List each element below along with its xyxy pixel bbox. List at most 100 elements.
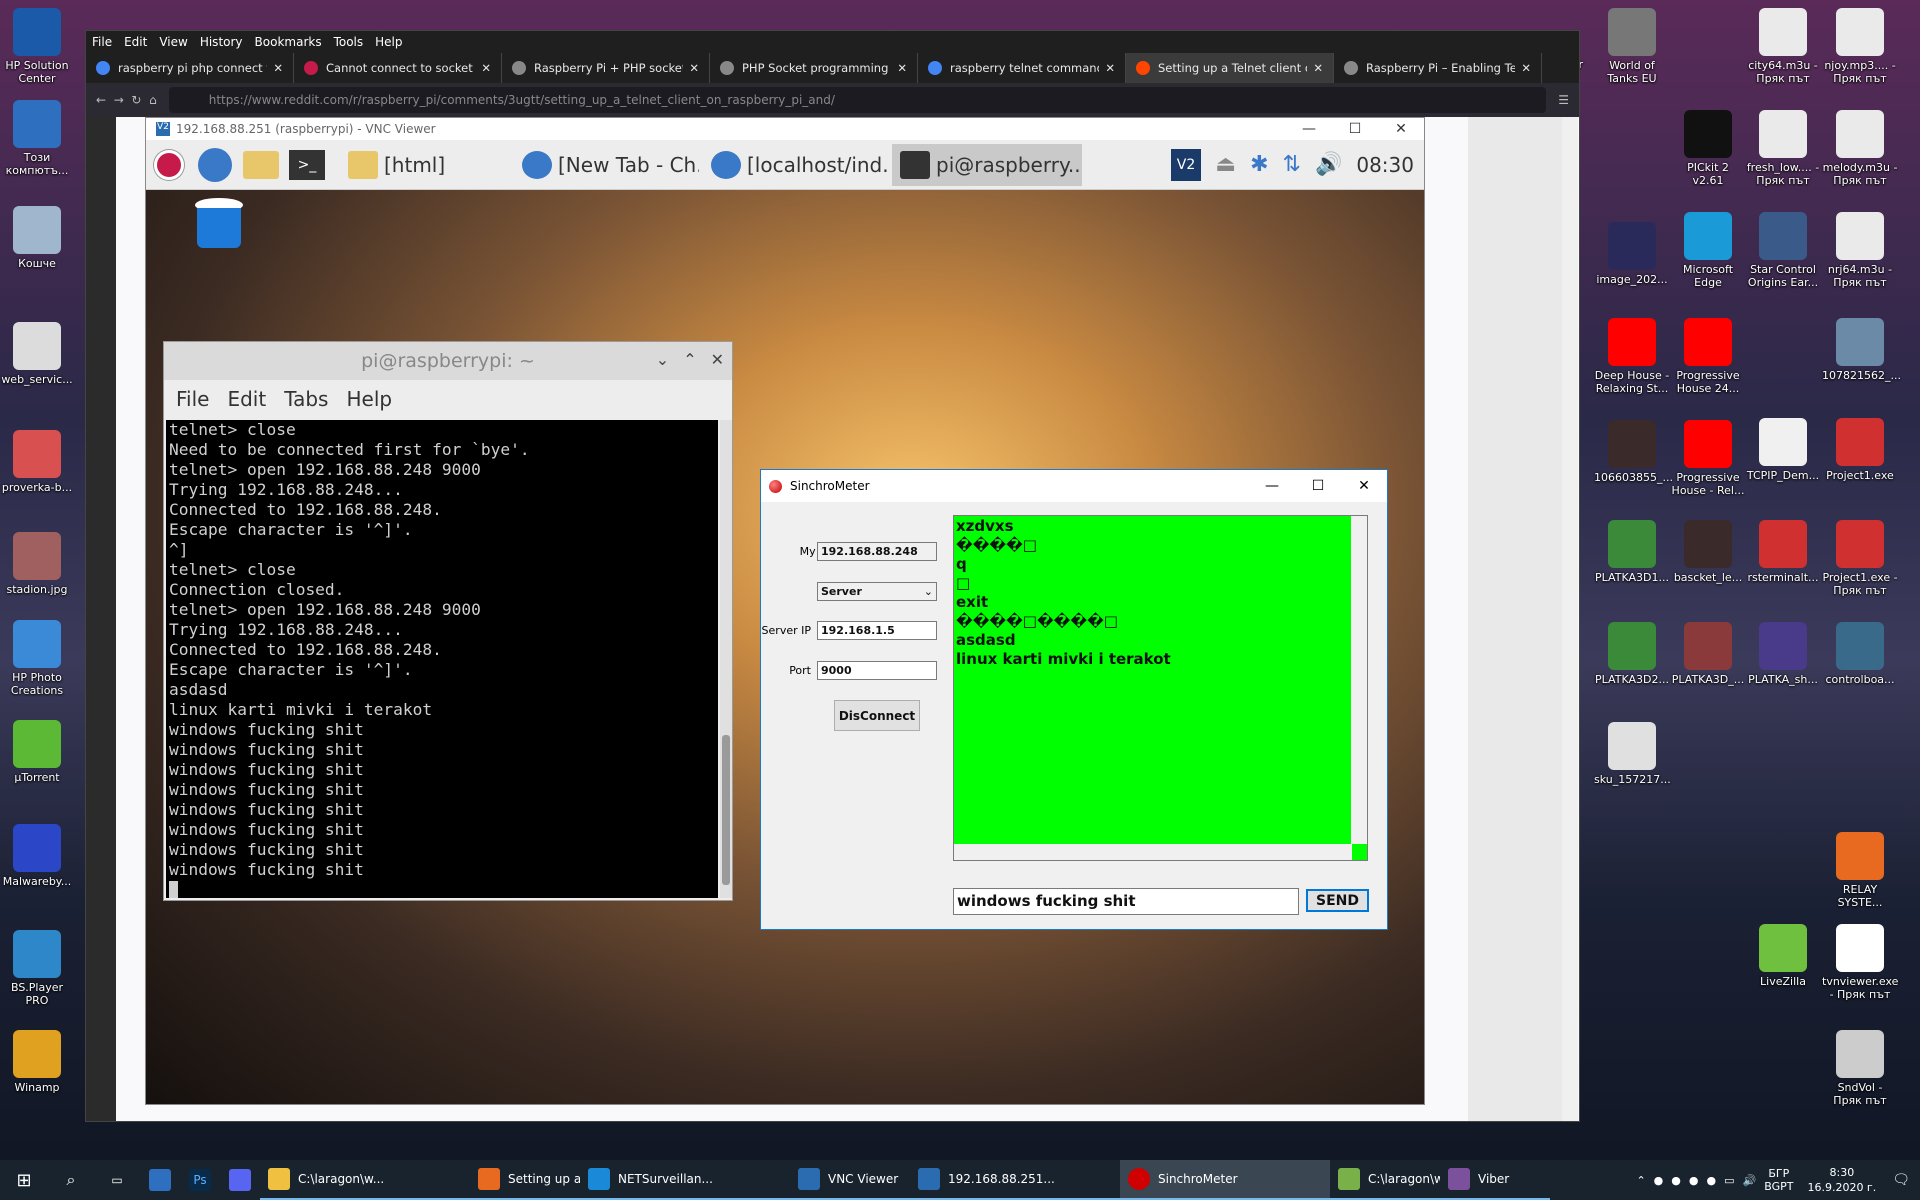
minimize-button[interactable]: — [1249, 478, 1295, 494]
rx-vertical-scrollbar[interactable] [1351, 516, 1367, 844]
vnc-server-icon[interactable]: V2 [1170, 148, 1202, 181]
close-icon[interactable]: ✕ [1105, 61, 1115, 75]
disconnect-button[interactable]: DisConnect [834, 700, 920, 731]
taskbar-app[interactable]: NETSurveillan... [580, 1160, 790, 1200]
desktop-icon[interactable]: bascket_le... [1670, 520, 1746, 584]
task-view-icon[interactable]: ▭ [94, 1160, 140, 1200]
desktop-icon[interactable]: PLATKA3D1... [1594, 520, 1670, 584]
maximize-button[interactable]: ☐ [1332, 121, 1378, 137]
volume-icon[interactable]: 🔊 [1315, 152, 1342, 177]
browser-tab[interactable]: PHP Socket programming T ✕ [710, 53, 918, 83]
close-icon[interactable]: ✕ [897, 61, 907, 75]
desktop-icon[interactable]: sku_157217... [1594, 722, 1671, 786]
close-button[interactable]: ✕ [1341, 478, 1387, 494]
browser-tab[interactable]: Raspberry Pi + PHP socket ✕ [502, 53, 710, 83]
port-field[interactable]: 9000 [817, 661, 937, 680]
desktop-icon[interactable]: 107821562_... [1822, 318, 1901, 382]
close-icon[interactable]: ✕ [1313, 61, 1323, 75]
home-icon[interactable]: ⌂ [149, 93, 157, 107]
notifications-icon[interactable]: 🗨 [1892, 1172, 1910, 1188]
tray-icon[interactable]: ● [1671, 1174, 1681, 1187]
taskbar-app[interactable]: 192.168.88.251... [910, 1160, 1120, 1200]
terminal-menu-tabs[interactable]: Tabs [284, 387, 328, 411]
desktop-icon[interactable]: Malwareby... [0, 824, 75, 888]
minimize-button[interactable]: — [1286, 121, 1332, 137]
desktop-icon[interactable]: PLATKA3D_... [1670, 622, 1746, 686]
desktop-icon[interactable]: Кошче [0, 206, 75, 270]
desktop-icon[interactable]: TCPIP_Dem... [1745, 418, 1821, 482]
desktop-icon[interactable]: web_servic... [0, 322, 75, 386]
send-input[interactable]: windows fucking shit [953, 888, 1299, 915]
file-manager-icon[interactable] [240, 145, 282, 185]
desktop-icon[interactable]: melody.m3u - Пряк път [1822, 110, 1898, 187]
desktop-icon[interactable]: HP Photo Creations [0, 620, 75, 697]
network-icon[interactable]: ⇅ [1283, 152, 1301, 177]
scrollbar[interactable] [1562, 117, 1578, 1121]
search-icon[interactable]: ⌕ [48, 1160, 94, 1200]
bluetooth-icon[interactable]: ✱ [1250, 152, 1268, 177]
photoshop-icon[interactable]: Ps [180, 1160, 220, 1200]
close-button[interactable]: ✕ [1378, 121, 1424, 137]
eject-icon[interactable]: ⏏ [1215, 152, 1236, 177]
menu-item-view[interactable]: View [159, 35, 187, 49]
desktop-icon[interactable]: image_202... [1594, 222, 1670, 286]
tray-icon[interactable]: ● [1707, 1174, 1717, 1187]
tray-icon[interactable]: ● [1654, 1174, 1664, 1187]
reload-icon[interactable]: ↻ [131, 93, 141, 107]
my-ip-field[interactable]: 192.168.88.248 [817, 542, 937, 561]
pinned-app-icon[interactable] [140, 1160, 180, 1200]
desktop-icon[interactable]: LiveZilla [1745, 924, 1821, 988]
chevron-down-icon[interactable]: ⌄ [656, 350, 669, 369]
desktop-icon[interactable]: Project1.exe - Пряк път [1822, 520, 1898, 597]
taskbar-app[interactable]: VNC Viewer [790, 1160, 910, 1200]
chevron-up-icon[interactable]: ⌃ [1636, 1174, 1645, 1187]
desktop-icon[interactable]: PLATKA_sh... [1745, 622, 1821, 686]
close-icon[interactable]: ✕ [273, 61, 283, 75]
url-bar[interactable]: https://www.reddit.com/r/raspberry_pi/co… [168, 87, 1547, 113]
desktop-icon[interactable]: Този компютъ... [0, 100, 75, 177]
desktop-icon[interactable]: njoy.mp3.... - Пряк път [1822, 8, 1898, 85]
desktop-icon[interactable]: city64.m3u - Пряк път [1745, 8, 1821, 85]
close-icon[interactable]: ✕ [689, 61, 699, 75]
menu-item-file[interactable]: File [92, 35, 112, 49]
desktop-icon[interactable]: rsterminalt... [1745, 520, 1821, 584]
taskbar-app[interactable]: Viber [1440, 1160, 1550, 1200]
menu-item-history[interactable]: History [200, 35, 243, 49]
scrollbar-thumb[interactable] [722, 735, 730, 885]
desktop-icon[interactable]: HP Solution Center [0, 8, 75, 85]
forward-icon[interactable]: → [114, 93, 124, 107]
desktop-icon[interactable]: Progressive House - Rel... [1670, 420, 1746, 497]
taskbar-app[interactable]: Setting up a T... [470, 1160, 580, 1200]
maximize-button[interactable]: ☐ [1295, 478, 1341, 494]
taskbar-app[interactable]: C:\laragon\w... [260, 1160, 470, 1200]
clock[interactable]: 8:30 16.9.2020 г. [1807, 1165, 1876, 1195]
terminal-menu-help[interactable]: Help [346, 387, 392, 411]
discord-icon[interactable] [220, 1160, 260, 1200]
start-button[interactable]: ⊞ [0, 1160, 48, 1200]
desktop-icon[interactable]: proverka-b... [0, 430, 75, 494]
browser-tab[interactable]: raspberry telnet command ✕ [918, 53, 1126, 83]
desktop-icon[interactable]: Progressive House 24... [1670, 318, 1746, 395]
desktop-icon[interactable]: µTorrent [0, 720, 75, 784]
network-icon[interactable]: ▭ [1724, 1174, 1734, 1187]
menu-item-help[interactable]: Help [375, 35, 402, 49]
terminal-output[interactable]: telnet> close Need to be connected first … [166, 420, 718, 898]
input-language[interactable]: БГР BGPT [1764, 1167, 1793, 1193]
tray-icon[interactable]: ● [1689, 1174, 1699, 1187]
browser-tab[interactable]: Setting up a Telnet client on ✕ [1126, 53, 1334, 83]
desktop-icon[interactable]: Star Control Origins Ear... [1745, 212, 1821, 289]
menu-icon[interactable]: ☰ [1558, 93, 1569, 107]
browser-tab[interactable]: Cannot connect to socket se ✕ [294, 53, 502, 83]
desktop-icon[interactable]: Microsoft Edge [1670, 212, 1746, 289]
close-icon[interactable]: ✕ [481, 61, 491, 75]
browser-tab[interactable]: Raspberry Pi – Enabling Tel ✕ [1334, 53, 1542, 83]
volume-icon[interactable]: 🔊 [1743, 1174, 1757, 1187]
desktop-icon[interactable]: SndVol - Пряк път [1822, 1030, 1898, 1107]
taskbar-app[interactable]: C:\laragon\w... [1330, 1160, 1440, 1200]
received-textarea[interactable]: xzdvxs ����□ q □ exit ����□����□ asdasd … [953, 515, 1368, 861]
send-button[interactable]: SEND [1306, 889, 1369, 912]
taskbar-app[interactable]: SinchroMeter [1120, 1160, 1330, 1200]
panel-task[interactable]: [New Tab - Ch... [514, 144, 699, 186]
menu-item-edit[interactable]: Edit [124, 35, 147, 49]
mode-select[interactable]: Server ⌄ [817, 582, 937, 601]
